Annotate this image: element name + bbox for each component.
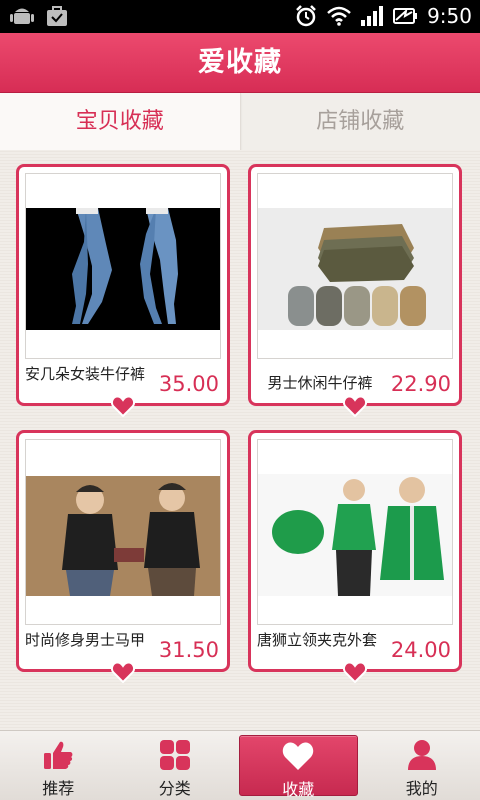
tab-shop-favorites[interactable]: 店铺收藏 [241,93,480,150]
nav-label: 推荐 [42,779,75,798]
nav-mine[interactable]: 我的 [364,731,480,800]
android-debug-icon [10,8,34,24]
product-name: 时尚修身男士马甲 [25,631,146,649]
tab-item-favorites[interactable]: 宝贝收藏 [0,93,241,158]
product-name: 安几朵女装牛仔裤 [25,365,146,383]
folded-pants-photo [257,173,453,359]
product-card[interactable]: 男士休闲牛仔裤 22.90 [248,164,462,417]
wifi-icon [327,6,351,26]
heart-icon [283,742,314,770]
page-title: 爱收藏 [0,33,480,93]
grid-icon [159,740,190,770]
nav-favorites[interactable]: 收藏 [239,735,358,799]
product-name: 男士休闲牛仔裤 [267,374,373,392]
product-price: 35.00 [158,372,219,396]
signal-icon [361,6,384,26]
status-time: 9:50 [427,4,472,28]
nav-label: 收藏 [282,780,315,799]
product-price: 22.90 [390,372,451,396]
product-name: 唐狮立领夹克外套 [257,631,378,649]
nav-recommend[interactable]: 推荐 [0,731,117,800]
product-price: 31.50 [158,638,219,662]
product-card[interactable]: 唐狮立领夹克外套 24.00 [248,430,462,683]
bottom-navigation: 推荐 分类 收藏 我的 [0,730,480,800]
nav-label: 我的 [405,779,438,798]
heart-icon[interactable] [111,661,135,683]
tab-bar: 宝贝收藏 店铺收藏 [0,93,480,158]
user-icon [407,740,436,770]
favorites-grid: 安几朵女装牛仔裤 35.00 男士休闲牛仔裤 22.90 时尚修身男士马甲 31… [0,150,480,730]
product-price: 24.00 [390,638,451,662]
nav-category[interactable]: 分类 [117,731,234,800]
vest-models-photo [25,439,221,625]
heart-icon[interactable] [111,395,135,417]
jeans-photo [25,173,221,359]
thumbs-up-icon [44,741,73,769]
heart-icon[interactable] [343,395,367,417]
download-bag-icon [47,6,67,26]
green-jacket-photo [257,439,453,625]
alarm-icon [296,5,316,27]
nav-label: 分类 [158,779,191,798]
battery-icon [393,8,418,24]
heart-icon[interactable] [343,661,367,683]
product-card[interactable]: 时尚修身男士马甲 31.50 [16,430,230,683]
status-bar: 9:50 [0,0,480,33]
product-card[interactable]: 安几朵女装牛仔裤 35.00 [16,164,230,417]
